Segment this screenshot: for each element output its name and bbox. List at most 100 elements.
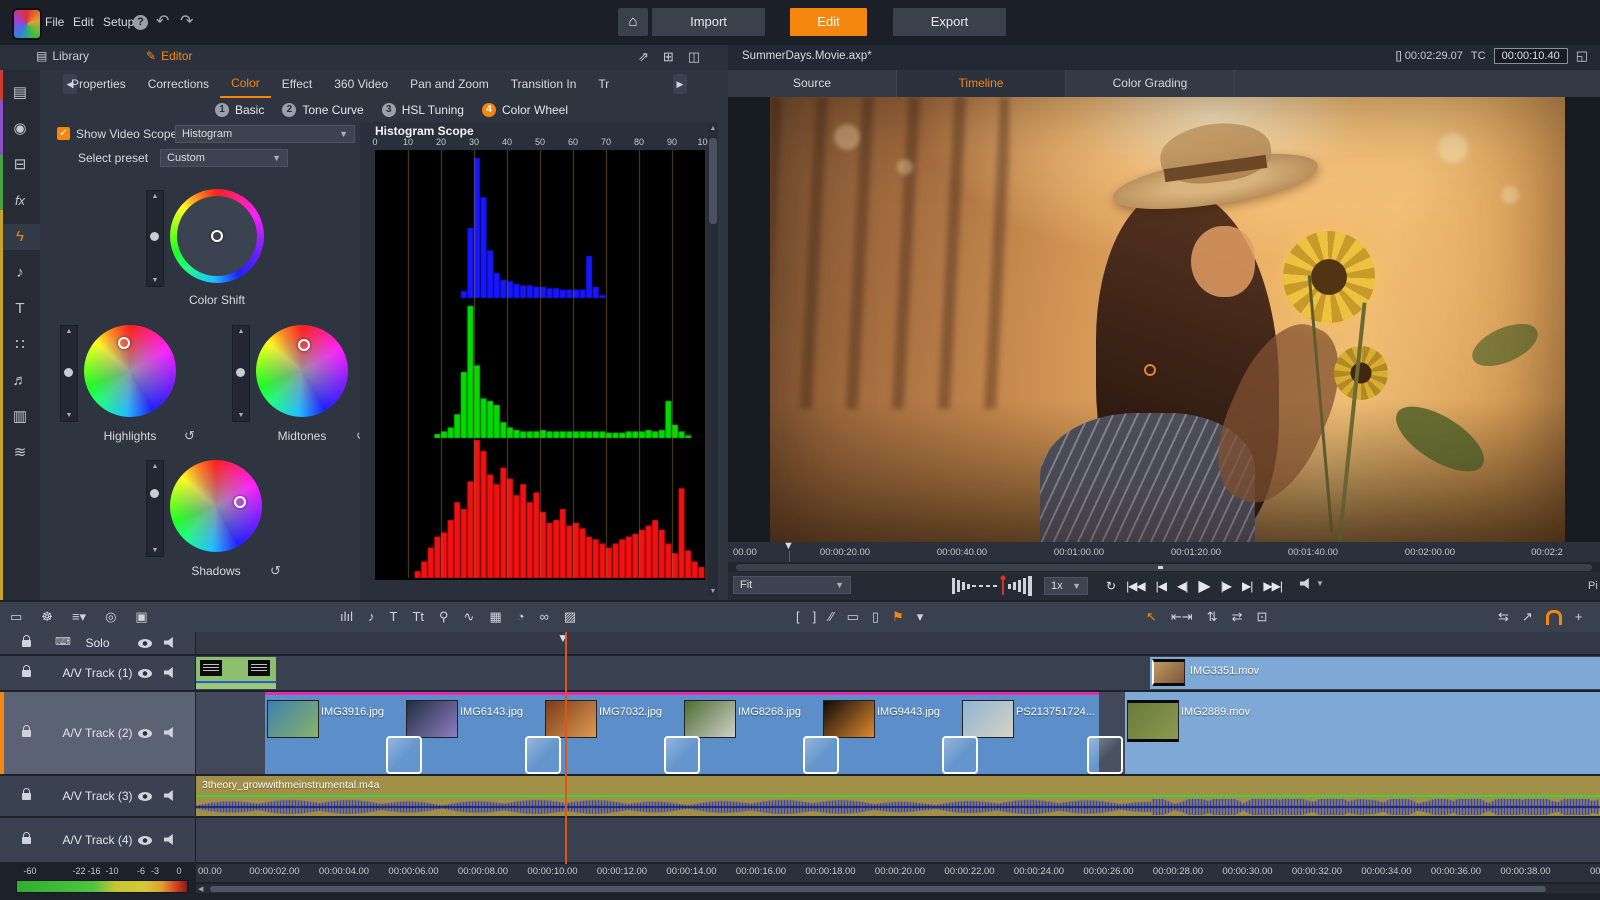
title-editor-icon[interactable]: T [390,604,398,630]
transition[interactable] [525,736,561,774]
playhead-icon[interactable]: ▼ [557,631,569,645]
library-tab[interactable]: ▤ Library [36,49,89,63]
slider-down-icon[interactable]: ▼ [147,277,163,284]
color-shift-wheel[interactable] [170,189,264,283]
slider-up-icon[interactable]: ▲ [233,328,249,335]
preview-scrollbar[interactable] [736,564,1592,571]
audio-volume-line[interactable] [196,795,1600,797]
smart-mode-icon[interactable]: ⇄ [1232,604,1243,630]
montage-icon[interactable]: ∷ [0,332,40,358]
editor-tab[interactable]: ✎ Editor [146,49,192,63]
color-shift-slider[interactable]: ▲▼ [146,190,164,287]
eye-icon[interactable] [138,836,152,845]
duplicate-icon[interactable]: ⊞ [663,49,674,65]
titles-icon[interactable]: T [0,296,40,322]
effects-icon[interactable]: ◉ [0,116,40,142]
delete-clip-icon[interactable]: ▯ [872,604,879,630]
shadows-slider[interactable]: ▲▼ [146,460,164,557]
express-projects-icon[interactable]: ϟ [0,224,40,250]
projects-icon[interactable]: ⊟ [0,152,40,178]
frame-forward-icon[interactable]: |▶ [1221,579,1231,593]
trim-mode-icon[interactable]: ⇤⇥ [1171,604,1193,630]
slider-thumb[interactable] [150,489,159,498]
eye-icon[interactable] [138,669,152,678]
eye-icon[interactable] [138,792,152,801]
slider-up-icon[interactable]: ▲ [147,193,163,200]
video-clip-track1[interactable]: IMG3351.mov [1150,657,1600,689]
midtones-slider[interactable]: ▲▼ [232,325,250,422]
slider-down-icon[interactable]: ▼ [147,547,163,554]
edit-media-icon[interactable]: ▤ [0,80,40,106]
loop-icon[interactable]: ↻ [1106,579,1115,593]
voice-over-icon[interactable]: ⚲ [439,604,449,630]
home-button[interactable]: ⌂ [618,8,648,36]
tab-properties[interactable]: Properties [60,71,137,97]
audio-ducking-icon[interactable]: ∿ [464,604,475,630]
snapshot-icon[interactable]: ▨ [564,604,576,630]
track1-header[interactable]: A/V Track (1) [0,656,195,690]
tab-tr[interactable]: Tr [587,71,620,97]
track-options-icon[interactable]: ≡▾ [72,604,86,630]
background-render-icon[interactable]: ◔ [517,604,525,630]
transition[interactable] [664,736,700,774]
tab-timeline[interactable]: Timeline [897,70,1066,97]
send-to-icon[interactable]: ↗ [1522,604,1533,630]
tab-pan-and-zoom[interactable]: Pan and Zoom [399,71,500,97]
more-icon[interactable]: + [1575,604,1583,630]
shadows-marker[interactable] [234,496,246,508]
next-clip-icon[interactable]: ▶| [1242,579,1252,593]
keyframe-panel-icon[interactable]: ▥ [0,404,40,430]
transition[interactable] [386,736,422,774]
slider-down-icon[interactable]: ▼ [233,412,249,419]
shadows-reset-icon[interactable]: ↺ [270,563,281,579]
clip-img7032-jpg[interactable]: IMG7032.jpg [543,692,682,774]
insert-mode-icon[interactable]: ⇅ [1207,604,1218,630]
magnet-snap-icon[interactable] [1546,610,1562,625]
music-icon[interactable]: ♪ [0,260,40,286]
transition[interactable] [803,736,839,774]
clip-ps213751724-[interactable]: PS213751724... [960,692,1099,774]
tab-source[interactable]: Source [728,70,897,97]
subtab-basic[interactable]: 1Basic [215,103,264,117]
title-clip[interactable] [196,657,276,689]
undock-icon[interactable]: ◱ [1576,48,1588,64]
undo-icon[interactable]: ↶ [156,11,169,31]
show-video-scope-checkbox[interactable]: ✓ [57,127,70,140]
tab-corrections[interactable]: Corrections [137,71,220,97]
disc-author-icon[interactable]: ◎ [105,604,116,630]
highlights-wheel[interactable] [84,325,176,417]
slider-thumb[interactable] [64,368,73,377]
storyboard-toggle-icon[interactable]: ▭ [10,604,22,630]
preview-ruler[interactable]: 00.0000:00:20.0000:00:40.0000:01:00.0000… [728,542,1600,562]
audio-effects-icon[interactable]: ≋ [0,440,40,466]
select-tool-icon[interactable]: ↖ [1146,604,1157,630]
preset-dropdown[interactable]: Custom▼ [160,149,288,167]
frame-back-icon[interactable]: ◀| [1177,579,1187,593]
clip-img8268-jpg[interactable]: IMG8268.jpg [682,692,821,774]
highlights-reset-icon[interactable]: ↺ [184,428,195,444]
playhead-line[interactable] [565,632,567,882]
marker-icon[interactable]: ⚑ [892,604,904,630]
fx-icon[interactable]: fx [0,188,40,214]
volume-control[interactable]: ▼ [1300,578,1324,589]
scroll-down-icon[interactable]: ▼ [708,588,718,595]
zoom-fit-dropdown[interactable]: Fit▼ [733,576,851,594]
shadows-wheel[interactable] [170,460,262,552]
transition[interactable] [1087,736,1123,774]
quick-export-icon[interactable]: ⇗ [638,49,649,65]
slider-down-icon[interactable]: ▼ [61,412,77,419]
timecode-field[interactable]: 00:00:10.40 [1494,48,1568,64]
import-button[interactable]: Import [652,8,765,36]
panel-scrollbar-thumb[interactable] [709,138,717,224]
tab-transition-in[interactable]: Transition In [500,71,588,97]
scope-type-dropdown[interactable]: Histogram▼ [175,125,355,143]
slip-tool-icon[interactable]: ⇆ [1498,604,1509,630]
subtab-tone-curve[interactable]: 2Tone Curve [282,103,363,117]
tab-360-video[interactable]: 360 Video [323,71,399,97]
eye-icon[interactable] [138,639,152,648]
timeline-scrollbar-thumb[interactable] [210,886,1546,892]
clip-img2889-mov[interactable]: IMG2889.mov [1125,692,1600,774]
slider-thumb[interactable] [150,232,159,241]
tab-color[interactable]: Color [220,70,271,98]
subtab-color-wheel[interactable]: 4Color Wheel [482,103,568,117]
